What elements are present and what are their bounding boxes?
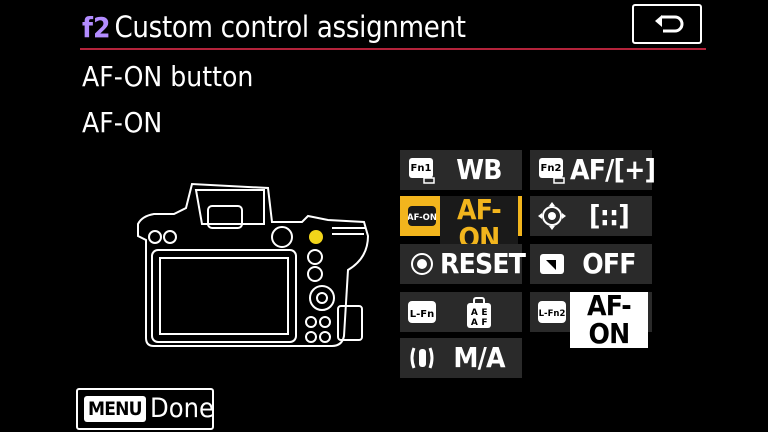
svg-text:E: E (481, 308, 487, 318)
control-ring-icon (410, 347, 434, 369)
menu-button-badge: MENU (84, 396, 146, 422)
slot-l-fn[interactable]: L-Fn A E A F (400, 292, 522, 332)
return-arrow-icon (655, 15, 684, 33)
done-button[interactable]: MENU Done (76, 388, 214, 430)
slot-fn2-value: AF/[+] (570, 153, 656, 186)
slot-l-fn-value: A E A F (440, 292, 518, 332)
slot-l-fn2[interactable]: L-Fn2 AF-ON (530, 292, 652, 348)
slot-fn2[interactable]: Fn2 AF/[+] (530, 150, 656, 190)
sub-selector-center-icon (411, 253, 433, 275)
page-title: Custom control assignment (114, 10, 466, 44)
menu-code: f2 (82, 11, 111, 44)
af-on-button-marker (309, 230, 323, 244)
done-label: Done (150, 393, 214, 424)
current-assignment: AF-ON (82, 106, 163, 139)
af-on-icon: AF-ON (408, 206, 436, 226)
slot-af-on-value: AF-ON (440, 196, 518, 252)
movie-record-icon (540, 254, 564, 274)
svg-text:A: A (471, 308, 478, 318)
fn2-icon: Fn2 (539, 158, 565, 184)
slot-af-on[interactable]: AF-ON AF-ON (400, 196, 522, 252)
same-as-af-on-icon: A E A F (467, 297, 491, 328)
menu-header: f2 Custom control assignment (82, 10, 466, 46)
slot-sub-selector[interactable]: [::] (530, 196, 652, 236)
slot-sub-selector-center[interactable]: RESET (400, 244, 526, 284)
slot-fn1[interactable]: Fn1 WB (400, 150, 522, 190)
l-fn2-icon: L-Fn2 (538, 301, 566, 323)
header-divider (80, 48, 706, 50)
slot-fn1-value: WB (456, 153, 502, 186)
slot-l-fn2-value: AF-ON (570, 292, 648, 348)
slot-movie-record[interactable]: OFF (530, 244, 652, 284)
slot-sub-selector-center-value: RESET (440, 247, 526, 280)
svg-text:F: F (481, 318, 487, 328)
slot-control-ring[interactable]: M/A (400, 338, 522, 378)
svg-text:AF-ON: AF-ON (408, 213, 436, 223)
control-name: AF-ON button (82, 60, 254, 93)
slot-l-fn2-value-text: AF-ON (570, 292, 648, 348)
back-button[interactable] (632, 4, 702, 44)
camera-back-illustration (137, 182, 370, 347)
fn1-icon: Fn1 (409, 158, 435, 184)
svg-text:Fn2: Fn2 (541, 163, 562, 174)
sub-selector-icon (538, 202, 566, 230)
slot-movie-record-value: OFF (582, 247, 636, 280)
slot-control-ring-value: M/A (453, 341, 505, 374)
svg-text:A: A (471, 318, 478, 328)
svg-text:L-Fn: L-Fn (410, 309, 434, 320)
l-fn-icon: L-Fn (408, 301, 436, 323)
slot-sub-selector-value: [::] (589, 199, 630, 232)
svg-text:L-Fn2: L-Fn2 (539, 309, 566, 319)
svg-text:Fn1: Fn1 (411, 163, 432, 174)
